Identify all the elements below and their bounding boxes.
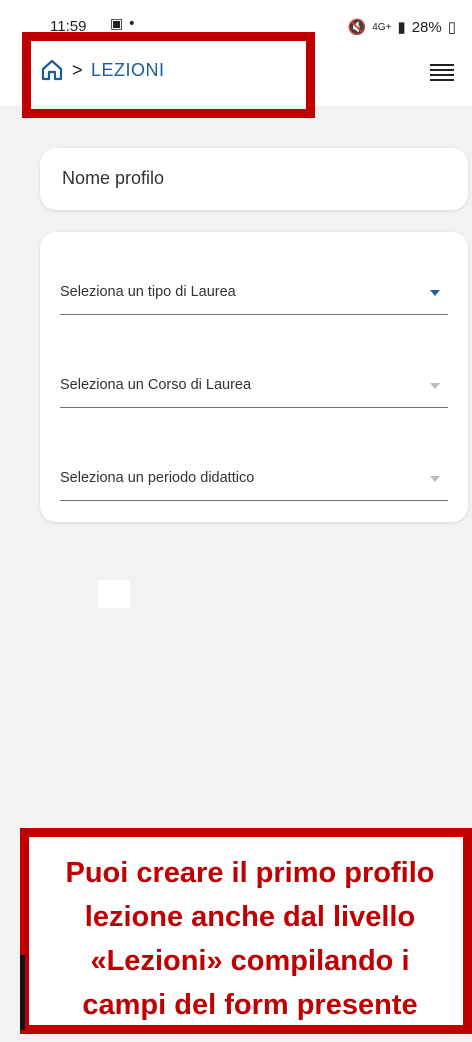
callout-text: Puoi creare il primo profilo lezione anc… [37,851,463,1027]
top-header: > LEZIONI [0,40,472,106]
degree-course-label: Seleziona un Corso di Laurea [60,377,252,393]
chevron-down-icon [430,290,440,296]
breadcrumb-current[interactable]: LEZIONI [91,60,165,81]
instruction-callout: Puoi creare il primo profilo lezione anc… [20,828,472,1034]
battery-percent: 28% [411,18,442,36]
mute-icon: 🔇 [347,19,367,36]
profile-name-input[interactable]: Nome profilo [62,168,164,189]
callout-line: campi del form presente [82,989,418,1021]
status-right: 🔇 4G+ ▮ 28% ▯ [347,18,456,37]
app-screen: 11:59 ▣ • 🔇 4G+ ▮ 28% ▯ > LEZIONI Nome p… [0,0,472,1042]
degree-course-select[interactable]: Seleziona un Corso di Laurea [60,347,448,408]
status-time: 11:59 [50,18,87,35]
teaching-period-label: Seleziona un periodo didattico [60,470,255,486]
status-bar: 11:59 ▣ • 🔇 4G+ ▮ 28% ▯ [0,0,472,40]
menu-icon[interactable] [430,64,454,82]
battery-icon: ▯ [447,19,456,36]
breadcrumb-separator: > [72,59,84,80]
breadcrumb: > LEZIONI [40,58,165,82]
chevron-down-icon [430,476,440,482]
notification-icons: ▣ • [110,16,136,32]
callout-line: lezione anche dal livello [84,901,416,933]
chevron-down-icon [430,383,440,389]
course-selection-form: Seleziona un tipo di Laurea Seleziona un… [40,232,468,522]
teaching-period-select[interactable]: Seleziona un periodo didattico [60,440,448,501]
network-label: 4G+ [372,21,392,33]
profile-name-card[interactable]: Nome profilo [40,148,468,210]
degree-type-select[interactable]: Seleziona un tipo di Laurea [60,254,448,315]
signal-icon: ▮ [397,19,406,36]
blank-square [98,580,130,608]
callout-line: «Lezioni» compilando i [90,945,410,977]
callout-edge-strip [20,955,25,1030]
degree-type-label: Seleziona un tipo di Laurea [60,284,236,300]
home-icon[interactable] [40,58,64,82]
callout-line: Puoi creare il primo profilo [65,857,435,889]
